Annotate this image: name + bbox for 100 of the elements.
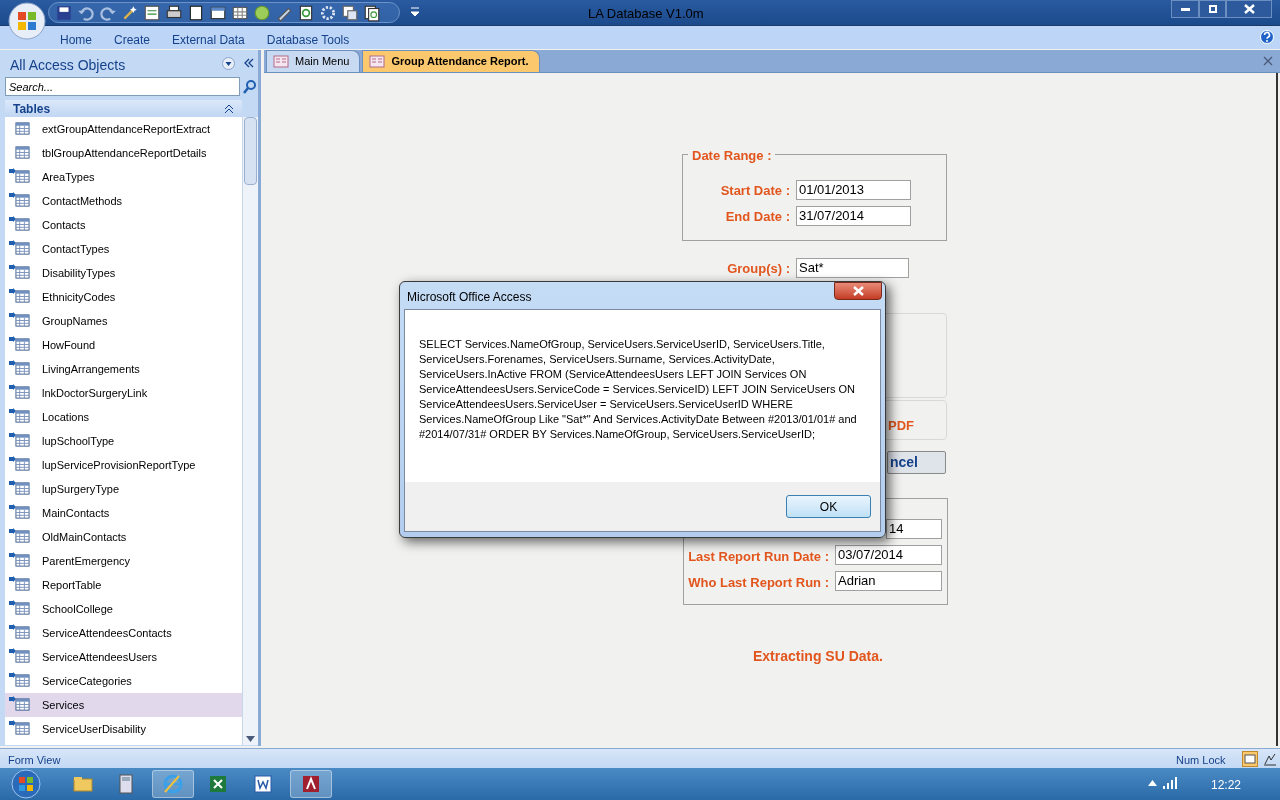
link-arrow-icon — [9, 528, 16, 535]
link-arrow-icon — [9, 288, 16, 295]
scroll-down-icon[interactable] — [245, 735, 256, 743]
link-arrow-icon — [9, 312, 16, 319]
cancel-button[interactable]: ncel — [887, 451, 946, 474]
link-arrow-icon — [9, 432, 16, 439]
ribbon-tab[interactable]: Database Tools — [255, 31, 361, 49]
text-field[interactable]: Sat* — [796, 258, 909, 278]
table-icon — [14, 145, 31, 160]
table-icon — [14, 337, 31, 352]
text-field[interactable]: 03/07/2014 — [835, 545, 942, 565]
document-tab[interactable]: Group Attendance Report. — [362, 50, 540, 72]
link-arrow-icon — [9, 600, 16, 607]
page-icon[interactable] — [187, 3, 205, 22]
table-icon — [14, 457, 31, 472]
ribbon-tab[interactable]: External Data — [161, 31, 256, 49]
table-icon — [14, 265, 31, 280]
dialog-close-button[interactable] — [834, 282, 882, 300]
ribbon-tab[interactable]: Home — [49, 31, 103, 49]
scroll-thumb[interactable] — [244, 117, 257, 185]
link-arrow-icon — [9, 696, 16, 703]
form-icon — [273, 55, 289, 68]
table-icon — [14, 121, 31, 136]
table-icon — [14, 169, 31, 184]
link-arrow-icon — [9, 456, 16, 463]
status-message: Extracting SU Data. — [753, 647, 883, 666]
link-arrow-icon — [9, 648, 16, 655]
signal-icon — [1163, 777, 1178, 789]
field-label: Who Last Report Run : — [687, 574, 829, 592]
collapse-icon[interactable] — [244, 58, 254, 68]
close-icon — [1243, 4, 1255, 14]
document-icon — [251, 772, 275, 796]
search-icon[interactable] — [242, 79, 257, 94]
minimize-button[interactable] — [1171, 0, 1199, 18]
table-icon — [14, 217, 31, 232]
link-arrow-icon — [9, 240, 16, 247]
dialog-message: SELECT Services.NameOfGroup, ServiceUsers.ServiceUserID, ServiceUsers.Title, ServiceUsers.Forenames, ServiceUsers.Surname, Services.ActivityDate, ServiceUsers.InActive FROM (ServiceAttendeesUsers LEFT JOIN Services ON ServiceAttendeesUsers.ServiceCode = Services.ServiceID) LEFT JOIN ServiceUsers ON ServiceAttendeesUsers.ServiceUser = ServiceUsers.ServiceUserID WHERE Services.NameOfGroup Like "Sat*" And Services.ActivityDate Between #2013/01/01# and #2014/07/31# ORDER BY Services.NameOfGroup, ServiceUsers.ServiceUserID; — [419, 337, 858, 442]
field-label: Group(s) : — [726, 260, 790, 278]
taskbar-button[interactable] — [290, 770, 332, 798]
copy-icon[interactable] — [363, 3, 381, 22]
table-icon — [14, 601, 31, 616]
start-button[interactable] — [8, 768, 44, 800]
document-tab[interactable]: Main Menu — [266, 50, 361, 72]
help-icon[interactable] — [1260, 30, 1274, 44]
link-arrow-icon — [9, 384, 16, 391]
nav-pane-title[interactable]: All Access Objects — [10, 55, 126, 76]
ok-button[interactable]: OK — [786, 495, 871, 518]
text-field[interactable]: 01/01/2013 — [796, 180, 911, 200]
caret-icon[interactable] — [410, 6, 420, 18]
form-icon — [369, 55, 386, 68]
table-icon — [14, 385, 31, 400]
link-arrow-icon — [9, 624, 16, 631]
nav-item[interactable]: Services — [5, 693, 242, 717]
text-field[interactable]: 14 — [886, 519, 942, 539]
save-icon[interactable] — [55, 3, 73, 22]
field-label: Last Report Run Date : — [687, 548, 829, 566]
link-arrow-icon — [9, 168, 16, 175]
link-arrow-icon — [9, 720, 16, 727]
table-icon — [14, 625, 31, 640]
table-icon — [14, 577, 31, 592]
ribbon-tab[interactable]: Create — [103, 31, 162, 49]
status-text: Form View — [8, 753, 61, 768]
form-icon[interactable] — [143, 3, 161, 22]
search-field[interactable]: Search... — [5, 77, 240, 96]
refresh-icon[interactable] — [297, 3, 315, 22]
text-field[interactable]: Adrian — [835, 571, 942, 591]
option-label: PDF — [888, 417, 914, 435]
dropdown-icon[interactable] — [222, 57, 235, 70]
table-icon — [14, 433, 31, 448]
design-view-icon[interactable] — [1262, 751, 1278, 767]
link-arrow-icon — [9, 576, 16, 583]
collapse-up-icon — [224, 103, 234, 114]
text-field[interactable]: 31/07/2014 — [796, 206, 911, 226]
link-arrow-icon — [9, 216, 16, 223]
scrollbar[interactable] — [242, 117, 258, 745]
close-icon[interactable] — [1263, 56, 1273, 66]
table-icon — [14, 721, 31, 736]
group-header[interactable]: Tables — [5, 100, 242, 117]
form-view-icon[interactable] — [1242, 751, 1258, 767]
restore-button[interactable] — [1199, 0, 1226, 18]
close-button[interactable] — [1226, 0, 1272, 18]
browser-icon — [161, 772, 185, 796]
table-link-icon[interactable] — [341, 3, 359, 22]
tray-arrow-icon[interactable] — [1148, 780, 1157, 786]
table-icon — [14, 553, 31, 568]
table-icon — [14, 481, 31, 496]
link-arrow-icon — [9, 408, 16, 415]
table-icon — [14, 673, 31, 688]
table-icon — [14, 697, 31, 712]
table-icon — [14, 409, 31, 424]
clock[interactable]: 12:22 — [1211, 776, 1242, 794]
table-icon — [14, 289, 31, 304]
circle-icon[interactable] — [253, 3, 271, 22]
table-icon — [14, 313, 31, 328]
link-arrow-icon — [9, 552, 16, 559]
link-arrow-icon — [9, 504, 16, 511]
wand-icon[interactable] — [121, 3, 139, 22]
dialog-title: Microsoft Office Access — [407, 289, 532, 306]
table-icon — [14, 649, 31, 664]
window-title: LA Database V1.0m — [588, 5, 704, 23]
